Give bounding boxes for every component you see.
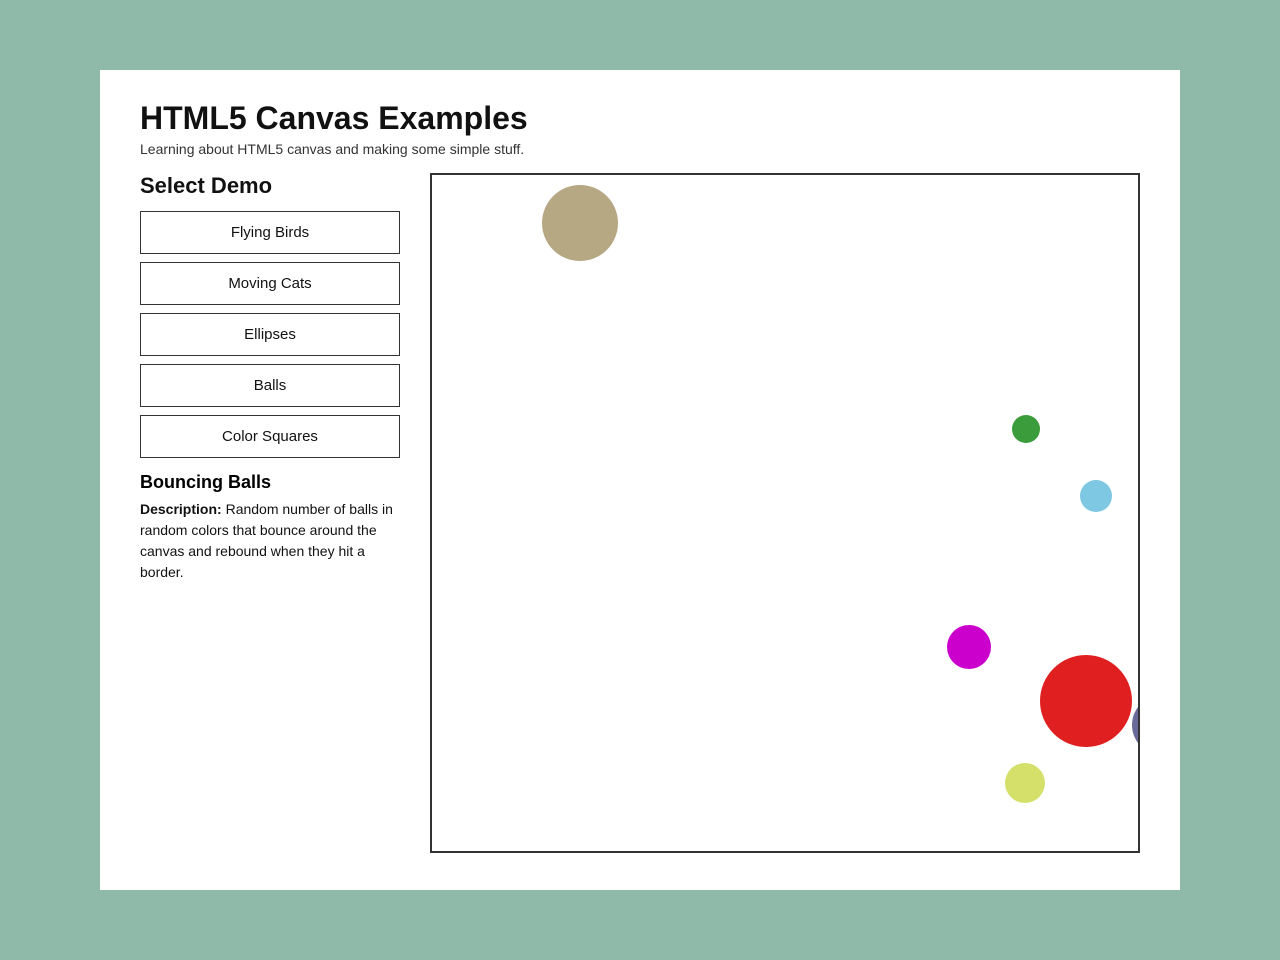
balls-button[interactable]: Balls [140, 364, 400, 407]
page-title: HTML5 Canvas Examples [140, 100, 1140, 137]
demo-info: Bouncing Balls Description: Random numbe… [140, 472, 400, 583]
page-subtitle: Learning about HTML5 canvas and making s… [140, 141, 1140, 157]
demo-info-desc: Description: Random number of balls in r… [140, 499, 400, 583]
moving-cats-button[interactable]: Moving Cats [140, 262, 400, 305]
ball-1 [1012, 415, 1040, 443]
flying-birds-button[interactable]: Flying Birds [140, 211, 400, 254]
ball-0 [542, 185, 618, 261]
color-squares-button[interactable]: Color Squares [140, 415, 400, 458]
ellipses-button[interactable]: Ellipses [140, 313, 400, 356]
sidebar: Select Demo Flying Birds Moving Cats Ellip… [140, 173, 400, 583]
ball-14 [1005, 763, 1045, 803]
demo-info-title: Bouncing Balls [140, 472, 400, 493]
ball-10 [1040, 655, 1132, 747]
select-demo-label: Select Demo [140, 173, 400, 199]
main-container: HTML5 Canvas Examples Learning about HTM… [100, 70, 1180, 890]
content-area: Select Demo Flying Birds Moving Cats Ellip… [140, 173, 1140, 853]
canvas-area [430, 173, 1140, 853]
buttons-container: Flying Birds Moving Cats Ellipses Balls Colo… [140, 211, 400, 458]
ball-5 [1080, 480, 1112, 512]
demo-info-desc-label: Description: [140, 501, 222, 517]
ball-11 [1132, 695, 1140, 755]
ball-9 [947, 625, 991, 669]
